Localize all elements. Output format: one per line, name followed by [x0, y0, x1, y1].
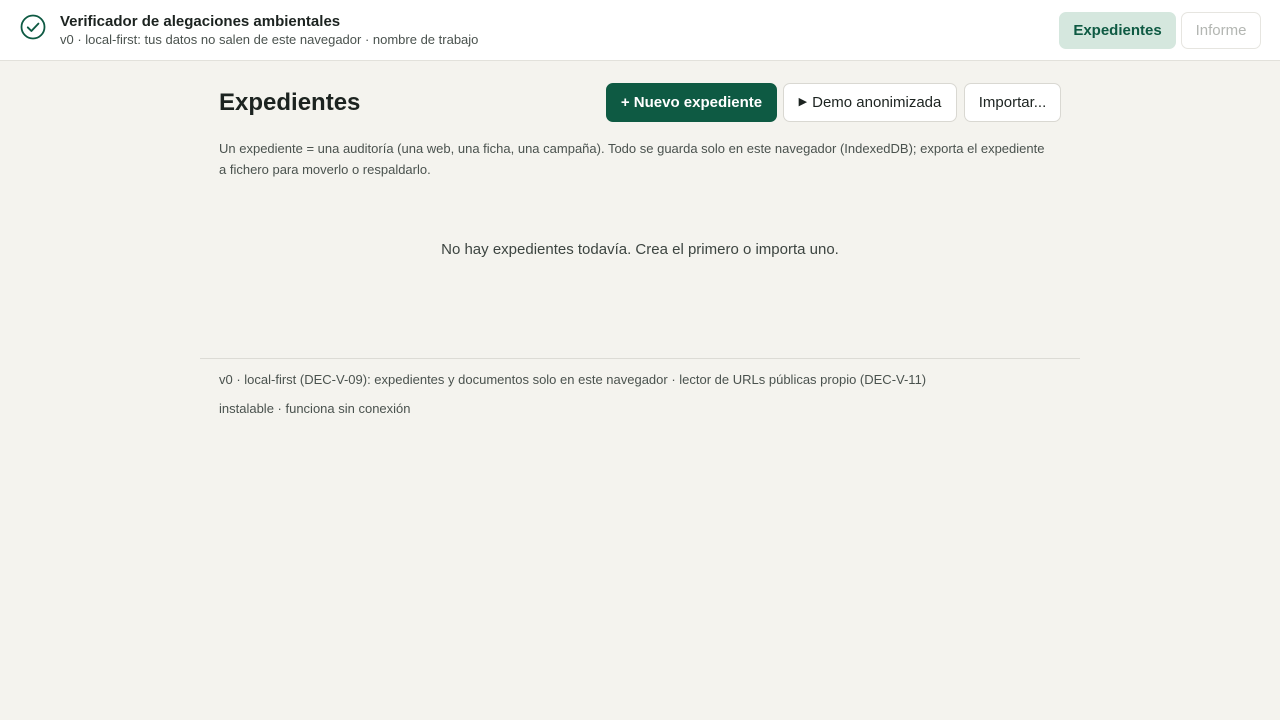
nav-expedientes-button[interactable]: Expedientes: [1059, 12, 1176, 49]
intro-text: Un expediente = una auditoría (una web, …: [219, 141, 1045, 177]
play-icon: ▶: [798, 96, 808, 108]
footer-info: v0 · local-first (DEC-V-09): expedientes…: [219, 372, 927, 387]
demo-button-label: Demo anonimizada: [812, 94, 942, 111]
nav-informe-button[interactable]: Informe: [1181, 12, 1261, 49]
page-title: Expedientes: [219, 89, 361, 116]
app-title: Verificador de alegaciones ambientales: [60, 13, 341, 30]
footer-offline-note: instalable · funciona sin conexión: [219, 401, 411, 416]
empty-state-message: No hay expedientes todavía. Crea el prim…: [441, 241, 839, 258]
check-circle-icon: [20, 14, 46, 40]
top-bar: Verificador de alegaciones ambientales v…: [0, 0, 1280, 61]
footer-divider: [200, 358, 1080, 359]
new-case-button[interactable]: + Nuevo expediente: [606, 83, 777, 122]
app-subtitle: v0 · local-first: tus datos no salen de …: [60, 32, 479, 47]
import-button[interactable]: Importar...: [964, 83, 1061, 122]
demo-button[interactable]: ▶ Demo anonimizada: [783, 83, 957, 122]
